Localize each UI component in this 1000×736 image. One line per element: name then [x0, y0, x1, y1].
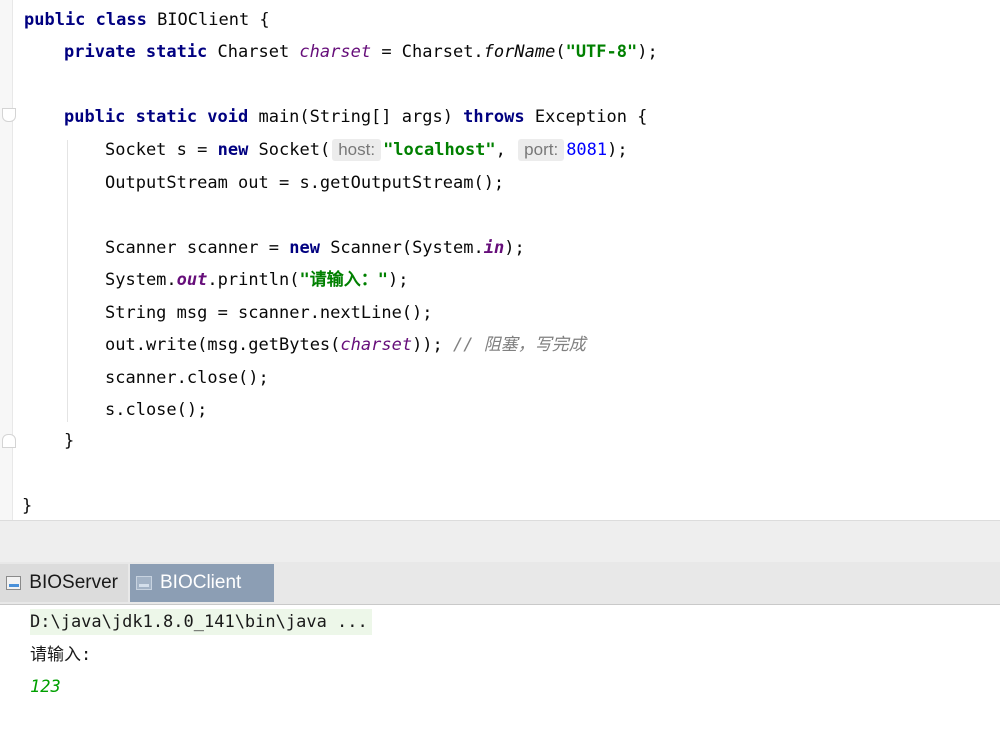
- tab-bioserver[interactable]: BIOServer: [0, 564, 128, 602]
- code-line-charset-field: private static Charset charset = Charset…: [64, 42, 658, 62]
- tab-label: BIOClient: [160, 572, 242, 593]
- code-line-class-decl: public class BIOClient {: [24, 10, 270, 30]
- code-line-scanner: Scanner scanner = new Scanner(System.in)…: [105, 238, 525, 258]
- code-line-outputstream: OutputStream out = s.getOutputStream();: [105, 173, 505, 193]
- run-config-icon: [6, 576, 22, 590]
- code-line-write: out.write(msg.getBytes(charset)); // 阻塞，…: [105, 335, 586, 355]
- console-command-line[interactable]: D:\java\jdk1.8.0_141\bin\java ...: [30, 609, 372, 635]
- code-line-method-close: }: [64, 431, 75, 451]
- tab-bioclient[interactable]: BIOClient: [130, 564, 274, 602]
- code-line-println: System.out.println("请输入：");: [105, 270, 409, 290]
- parameter-hint-port: port:: [518, 139, 565, 161]
- code-line-main-decl: public static void main(String[] args) t…: [64, 107, 648, 127]
- code-editor[interactable]: public class BIOClient { private static …: [0, 0, 1000, 520]
- parameter-hint-host: host:: [332, 139, 382, 161]
- console-prompt-text: 请输入:: [30, 645, 92, 665]
- fold-icon[interactable]: [2, 434, 16, 448]
- run-config-icon: [136, 576, 152, 590]
- tab-label: BIOServer: [29, 572, 118, 593]
- code-line-socket: Socket s = new Socket(host: "localhost", …: [105, 139, 628, 161]
- code-line-class-close: }: [22, 496, 33, 516]
- code-line-nextline: String msg = scanner.nextLine();: [105, 303, 433, 323]
- run-tool-window-tabs: BIOServer BIOClient: [0, 562, 1000, 605]
- code-line-socket-close: s.close();: [105, 400, 208, 420]
- console-output[interactable]: D:\java\jdk1.8.0_141\bin\java ... 请输入: 1…: [0, 605, 1000, 736]
- console-user-input: 123: [30, 677, 61, 697]
- indent-guide: [67, 140, 68, 422]
- panel-splitter[interactable]: [0, 520, 1000, 563]
- code-line-scanner-close: scanner.close();: [105, 368, 269, 388]
- fold-icon[interactable]: [2, 108, 16, 122]
